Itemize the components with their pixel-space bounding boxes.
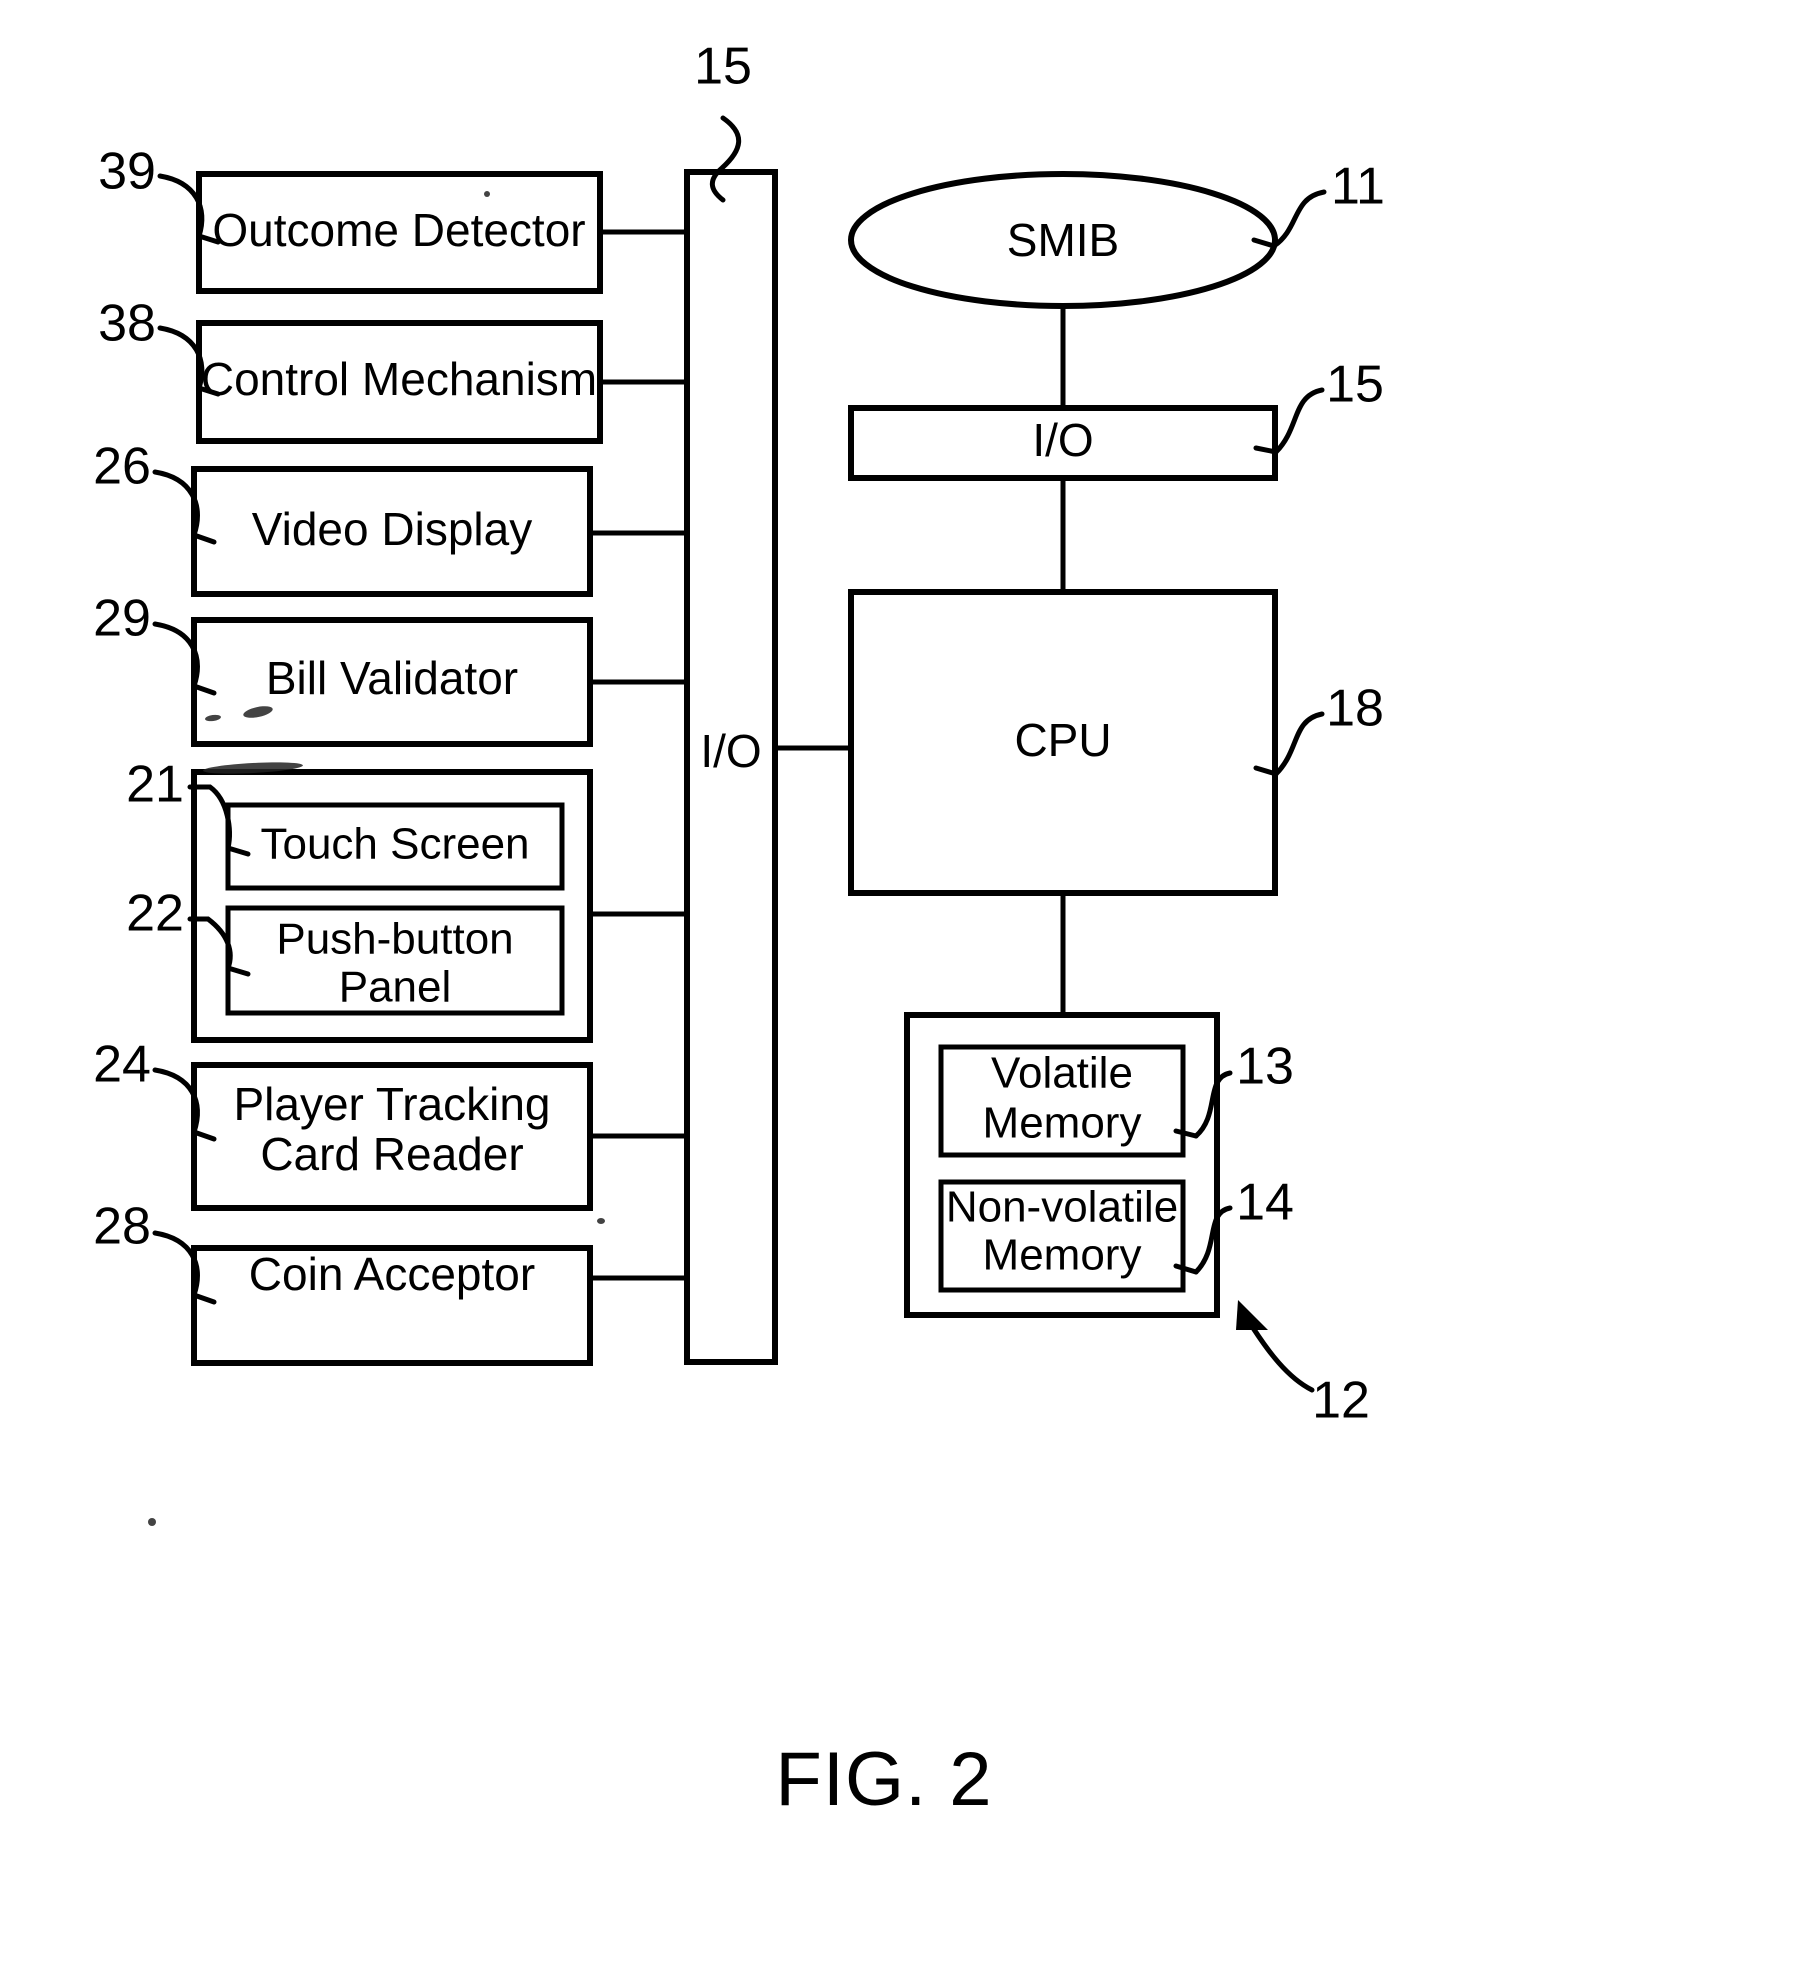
block-io[interactable]: I/O [848, 405, 1278, 481]
push-button-panel-label-line2: Panel [339, 963, 452, 1012]
player-tracking-label-line2: Card Reader [260, 1128, 523, 1180]
ref-38-number: 38 [98, 295, 156, 353]
ref-12: 12 [1236, 1300, 1370, 1430]
coin-acceptor-label: Coin Acceptor [249, 1248, 535, 1300]
ref-29-number: 29 [93, 590, 151, 648]
ref-12-number: 12 [1312, 1372, 1370, 1430]
ref-39-number: 39 [98, 143, 156, 201]
block-push-button-panel[interactable]: Push-button Panel [225, 905, 565, 1016]
ref-12-arrowhead [1236, 1300, 1268, 1330]
block-volatile-memory[interactable]: Volatile Memory [938, 1044, 1186, 1158]
ref-13-leader [1193, 1070, 1233, 1139]
ref-39-leader [157, 173, 205, 239]
ref-18-leader [1273, 711, 1325, 777]
control-mechanism-label: Control Mechanism [201, 353, 597, 405]
block-control-mechanism[interactable]: Control Mechanism [196, 320, 603, 444]
scan-artifact-dot [484, 191, 490, 197]
ref-15-bus-number: 15 [694, 38, 752, 96]
io-bus[interactable]: I/O [684, 169, 778, 1365]
block-non-volatile-memory[interactable]: Non-volatile Memory [938, 1179, 1186, 1293]
ref-15-right-leader [1273, 387, 1325, 455]
block-outcome-detector[interactable]: Outcome Detector [196, 171, 603, 294]
smib-label: SMIB [1007, 214, 1119, 266]
block-video-display[interactable]: Video Display [191, 466, 593, 597]
cpu-label: CPU [1014, 714, 1111, 766]
non-volatile-memory-label-line1: Non-volatile [946, 1183, 1178, 1232]
ref-15-right-number: 15 [1326, 356, 1384, 414]
block-smib[interactable]: SMIB [848, 171, 1278, 309]
ref-38-leader [157, 325, 205, 391]
ref-15-bus-leader [709, 115, 742, 203]
io-bus-label: I/O [700, 725, 761, 777]
bill-validator-label: Bill Validator [266, 652, 518, 704]
ref-28-number: 28 [93, 1198, 151, 1256]
outcome-detector-label: Outcome Detector [212, 204, 585, 256]
ref-13: 13 [1173, 1038, 1294, 1139]
block-cpu[interactable]: CPU [848, 589, 1278, 896]
ref-13-number: 13 [1236, 1038, 1294, 1096]
figure-canvas: Outcome Detector 39 Control Mechanism 38… [93, 38, 1385, 1822]
ref-24-number: 24 [93, 1036, 151, 1094]
ref-21-tick [225, 845, 251, 857]
scan-artifact-speck [205, 714, 221, 722]
block-input-device-group[interactable]: Touch Screen Push-button Panel [191, 760, 593, 1043]
scan-artifact-dot [148, 1518, 156, 1526]
ref-15-bus: 15 [694, 38, 752, 203]
block-memory-group[interactable]: Volatile Memory Non-volatile Memory [904, 1012, 1220, 1318]
io-label: I/O [1032, 414, 1093, 466]
push-button-panel-label-line1: Push-button [276, 915, 513, 964]
scan-artifact-dot [597, 1218, 605, 1224]
ref-21-number: 21 [126, 756, 184, 814]
block-coin-acceptor[interactable]: Coin Acceptor [191, 1245, 593, 1366]
player-tracking-label-line1: Player Tracking [233, 1078, 550, 1130]
ref-11-tick [1251, 237, 1277, 249]
non-volatile-memory-label-line2: Memory [983, 1231, 1142, 1280]
ref-11-number: 11 [1331, 158, 1385, 216]
block-player-tracking-card-reader[interactable]: Player Tracking Card Reader [191, 1062, 593, 1211]
ref-14: 14 [1173, 1174, 1294, 1275]
figure-caption: FIG. 2 [775, 1737, 992, 1822]
video-display-label: Video Display [252, 503, 532, 555]
ref-14-number: 14 [1236, 1174, 1294, 1232]
ref-22-number: 22 [126, 885, 184, 943]
ref-26-number: 26 [93, 438, 151, 496]
ref-11-leader [1271, 189, 1327, 249]
ref-14-leader [1193, 1205, 1233, 1275]
ref-13-tick [1173, 1128, 1199, 1139]
ref-12-leader [1245, 1317, 1315, 1393]
volatile-memory-label-line1: Volatile [991, 1049, 1133, 1098]
block-bill-validator[interactable]: Bill Validator [191, 617, 593, 747]
scan-artifact-speck [243, 706, 273, 718]
ref-14-tick [1173, 1263, 1199, 1275]
left-connectors [587, 229, 690, 1281]
touch-screen-label: Touch Screen [260, 820, 529, 869]
ref-18-number: 18 [1326, 680, 1384, 738]
block-touch-screen[interactable]: Touch Screen [225, 802, 565, 891]
ref-22-tick [225, 965, 251, 977]
patent-figure-sheet: Outcome Detector 39 Control Mechanism 38… [0, 0, 1815, 1962]
volatile-memory-label-line2: Memory [983, 1099, 1142, 1148]
